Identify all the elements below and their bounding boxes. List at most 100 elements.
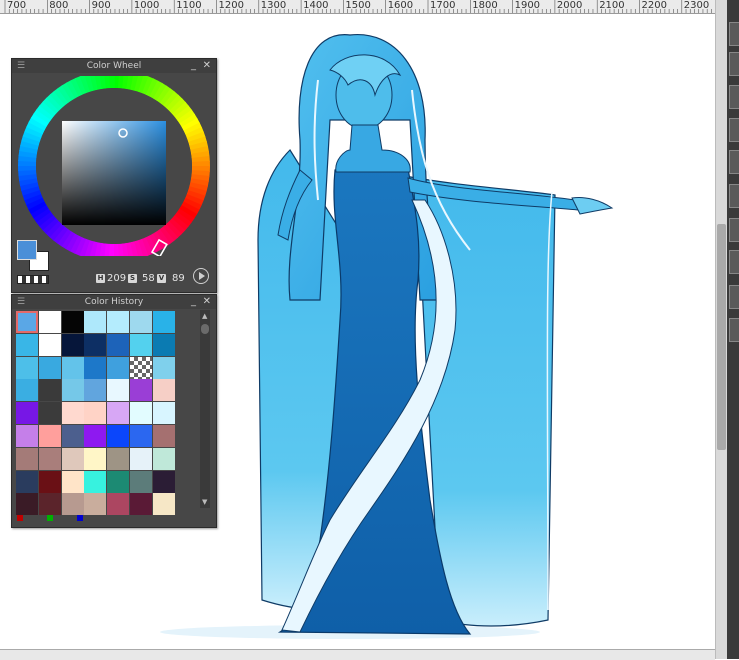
- color-history-swatch[interactable]: [107, 402, 130, 425]
- mode-toggle-icon[interactable]: [193, 268, 209, 284]
- color-history-swatch[interactable]: [130, 402, 152, 425]
- value-label: V: [157, 274, 166, 283]
- dock-tab[interactable]: [729, 218, 739, 242]
- color-history-swatch[interactable]: [16, 402, 38, 425]
- color-history-swatch[interactable]: [38, 425, 61, 447]
- color-history-swatch[interactable]: [38, 333, 61, 356]
- color-history-swatch[interactable]: [84, 447, 107, 470]
- dock-tab[interactable]: [729, 52, 739, 76]
- horizontal-ruler: 700 800 900 1000 1100 1200 1300 1400 1500 1600 170…: [0, 0, 715, 14]
- scroll-down-icon[interactable]: ▼: [202, 498, 207, 506]
- hue-ring[interactable]: [17, 76, 212, 256]
- color-history-swatch[interactable]: [152, 425, 175, 447]
- color-history-swatch[interactable]: [152, 311, 175, 333]
- color-history-swatch[interactable]: [130, 311, 152, 333]
- color-history-swatch[interactable]: [84, 356, 107, 379]
- color-history-swatch[interactable]: [130, 333, 152, 356]
- dock-tab[interactable]: [729, 318, 739, 342]
- ruler-label: 1500: [345, 0, 371, 11]
- color-history-swatch[interactable]: [152, 493, 175, 516]
- color-history-swatch[interactable]: [16, 470, 38, 493]
- dock-tab[interactable]: [729, 150, 739, 174]
- dock-tab[interactable]: [729, 285, 739, 309]
- neck-chest: [335, 124, 411, 173]
- color-history-swatch[interactable]: [38, 402, 61, 425]
- color-history-swatch[interactable]: [130, 493, 152, 516]
- color-history-swatch[interactable]: [84, 379, 107, 402]
- color-history-swatch[interactable]: [107, 311, 130, 333]
- minimize-button[interactable]: _: [191, 295, 196, 309]
- color-history-swatch[interactable]: [130, 425, 152, 447]
- color-wheel-titlebar[interactable]: ☰ Color Wheel _ ✕: [12, 59, 216, 73]
- color-history-swatch[interactable]: [152, 333, 175, 356]
- color-history-swatch[interactable]: [61, 402, 84, 425]
- color-history-swatch[interactable]: [107, 447, 130, 470]
- minimize-button[interactable]: _: [191, 59, 196, 73]
- color-history-swatch[interactable]: [130, 470, 152, 493]
- color-history-swatch[interactable]: [84, 425, 107, 447]
- color-history-swatch[interactable]: [38, 470, 61, 493]
- close-button[interactable]: ✕: [203, 295, 211, 309]
- color-history-swatch[interactable]: [84, 470, 107, 493]
- color-history-swatch[interactable]: [61, 493, 84, 516]
- color-history-swatch[interactable]: [152, 470, 175, 493]
- color-history-swatch[interactable]: [107, 425, 130, 447]
- vertical-scrollbar-thumb[interactable]: [717, 224, 726, 450]
- ruler-label: 2000: [556, 0, 583, 11]
- color-history-swatch[interactable]: [16, 379, 38, 402]
- color-history-swatch[interactable]: [61, 447, 84, 470]
- color-history-swatch[interactable]: [38, 311, 61, 333]
- dock-tab[interactable]: [729, 85, 739, 109]
- horizontal-scrollbar[interactable]: [0, 649, 715, 660]
- foreground-color-swatch[interactable]: [17, 240, 37, 260]
- color-history-swatch[interactable]: [107, 493, 130, 516]
- color-history-swatch[interactable]: [16, 356, 38, 379]
- color-history-swatch[interactable]: [61, 311, 84, 333]
- color-history-swatch[interactable]: [152, 402, 175, 425]
- color-history-swatch[interactable]: [38, 447, 61, 470]
- color-history-swatch[interactable]: [16, 493, 38, 516]
- color-history-swatch[interactable]: [16, 333, 38, 356]
- color-history-swatch[interactable]: [84, 402, 107, 425]
- color-history-swatch[interactable]: [107, 470, 130, 493]
- color-history-swatch[interactable]: [61, 470, 84, 493]
- color-history-swatch[interactable]: [107, 356, 130, 379]
- hue-segment: [113, 243, 119, 256]
- color-history-swatch[interactable]: [84, 333, 107, 356]
- color-history-swatch[interactable]: [130, 356, 152, 379]
- scroll-up-icon[interactable]: ▲: [202, 312, 207, 320]
- color-history-swatch[interactable]: [61, 425, 84, 447]
- palette-scrollbar[interactable]: ▲ ▼: [200, 310, 210, 508]
- color-history-swatch[interactable]: [61, 356, 84, 379]
- color-history-swatch[interactable]: [84, 493, 107, 516]
- dock-tab[interactable]: [729, 118, 739, 142]
- color-history-swatch[interactable]: [152, 356, 175, 379]
- dock-tab[interactable]: [729, 184, 739, 208]
- color-history-swatch[interactable]: [152, 379, 175, 402]
- color-history-swatch[interactable]: [84, 311, 107, 333]
- color-history-swatch[interactable]: [16, 425, 38, 447]
- color-history-swatch[interactable]: [152, 447, 175, 470]
- dock-tab[interactable]: [729, 250, 739, 274]
- color-history-titlebar[interactable]: ☰ Color History _ ✕: [12, 295, 216, 309]
- close-button[interactable]: ✕: [203, 59, 211, 73]
- ruler-label: 1900: [514, 0, 541, 11]
- color-history-swatch[interactable]: [130, 379, 152, 402]
- color-history-swatch[interactable]: [61, 333, 84, 356]
- color-history-swatch[interactable]: [16, 447, 38, 470]
- color-history-swatch[interactable]: [38, 493, 61, 516]
- drag-grip-icon[interactable]: ☰: [17, 62, 25, 71]
- right-hand: [571, 197, 614, 215]
- color-history-swatch[interactable]: [107, 379, 130, 402]
- color-history-swatch[interactable]: [107, 333, 130, 356]
- ruler-label: 1700: [430, 0, 456, 11]
- color-history-swatch[interactable]: [61, 379, 84, 402]
- color-history-swatch[interactable]: [16, 311, 38, 333]
- color-history-swatch[interactable]: [130, 447, 152, 470]
- color-history-swatch[interactable]: [38, 356, 61, 379]
- drag-grip-icon[interactable]: ☰: [17, 298, 25, 307]
- dock-tab[interactable]: [729, 22, 739, 46]
- vertical-scrollbar[interactable]: [715, 0, 727, 659]
- color-history-swatch[interactable]: [38, 379, 61, 402]
- palette-scrollbar-thumb[interactable]: [201, 324, 209, 334]
